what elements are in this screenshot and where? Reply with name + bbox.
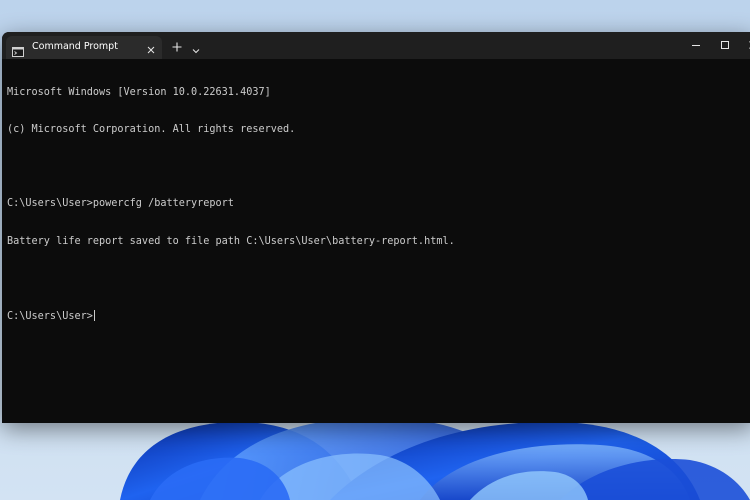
terminal-window: Command Prompt Microsoft Windows [Versio… (2, 32, 750, 423)
minimize-icon (692, 45, 700, 46)
text-cursor (93, 310, 95, 322)
tab-command-prompt[interactable]: Command Prompt (6, 36, 162, 59)
tab-dropdown-button[interactable] (191, 41, 201, 54)
close-window-button[interactable] (735, 32, 750, 59)
plus-icon (172, 42, 182, 52)
console-line: (c) Microsoft Corporation. All rights re… (7, 124, 296, 136)
command-prompt: C:\Users\User> (7, 311, 93, 323)
console-line: Microsoft Windows [Version 10.0.22631.40… (7, 86, 271, 98)
maximize-icon (721, 41, 729, 49)
title-bar: Command Prompt (2, 32, 750, 59)
chevron-down-icon (192, 49, 200, 54)
tab-title: Command Prompt (32, 41, 118, 52)
console-line: Battery life report saved to file path C… (7, 235, 455, 247)
new-tab-button[interactable] (170, 39, 184, 53)
console-line: C:\Users\User>powercfg /batteryreport (7, 198, 234, 210)
close-icon (147, 46, 155, 54)
terminal-icon (12, 42, 24, 57)
console-output[interactable]: Microsoft Windows [Version 10.0.22631.40… (7, 62, 747, 417)
close-tab-button[interactable] (145, 41, 157, 54)
prompt-line[interactable]: C:\Users\User> (7, 310, 747, 322)
